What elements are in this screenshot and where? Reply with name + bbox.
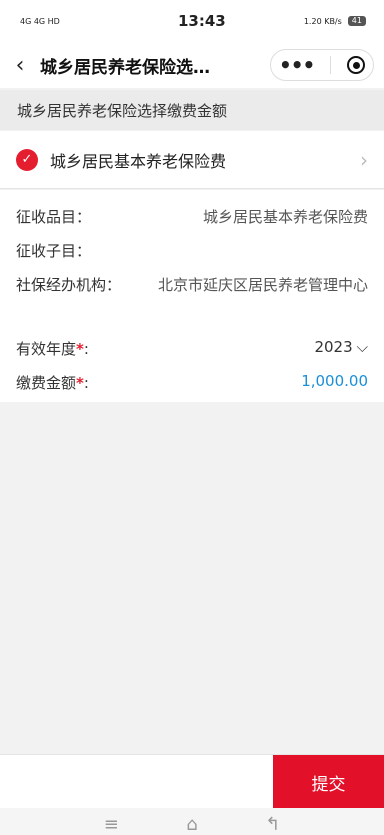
check-icon[interactable]: ✓ bbox=[16, 148, 38, 171]
collect-item-label: 征收品目： bbox=[16, 208, 92, 226]
required-asterisk: * bbox=[76, 340, 84, 358]
more-dots-icon[interactable]: ••• bbox=[279, 55, 315, 75]
collect-sub-label: 征收子目： bbox=[16, 242, 92, 260]
target-icon[interactable] bbox=[347, 56, 366, 74]
home-icon[interactable]: ⌂ bbox=[186, 814, 197, 835]
amount-row: 缴费金额*: 1,000.00 bbox=[16, 366, 368, 400]
submit-button[interactable]: 提交 bbox=[273, 755, 384, 809]
capsule-divider bbox=[330, 56, 332, 74]
status-time: 13:43 bbox=[177, 12, 226, 30]
section-title: 城乡居民养老保险选择缴费金额 bbox=[0, 90, 384, 130]
system-nav-bar: ≡ ⌂ ↰ bbox=[0, 808, 384, 835]
back-icon[interactable]: ‹ bbox=[0, 42, 40, 88]
mini-program-capsule: ••• bbox=[270, 49, 374, 81]
amount-value[interactable]: 1,000.00 bbox=[301, 372, 368, 390]
chevron-down-icon: ⌵ bbox=[356, 338, 368, 356]
collect-item-value: 城乡居民基本养老保险费 bbox=[202, 208, 368, 226]
status-bar: 4G 4G HD 13:43 1.20 KB/s 41 bbox=[0, 0, 384, 42]
required-asterisk: * bbox=[76, 374, 84, 392]
menu-icon[interactable]: ≡ bbox=[104, 814, 119, 835]
signal-indicators: 4G 4G HD bbox=[20, 16, 60, 26]
back-nav-icon[interactable]: ↰ bbox=[265, 814, 280, 835]
year-value: 2023 bbox=[314, 338, 353, 356]
net-speed: 1.20 KB/s bbox=[303, 16, 342, 26]
status-right: 1.20 KB/s 41 bbox=[304, 16, 366, 26]
collect-sub-row: 征收子目： bbox=[16, 234, 368, 268]
year-select[interactable]: 2023 ⌵ bbox=[314, 338, 368, 356]
year-row: 有效年度*: 2023 ⌵ bbox=[16, 332, 368, 366]
collect-item-row: 征收品目： 城乡居民基本养老保险费 bbox=[16, 200, 368, 234]
page-title: 城乡居民养老保险选… bbox=[40, 57, 210, 78]
agency-label: 社保经办机构： bbox=[16, 276, 122, 294]
agency-row: 社保经办机构： 北京市延庆区居民养老管理中心 bbox=[16, 268, 368, 332]
insurance-item-row[interactable]: ✓ 城乡居民基本养老保险费 › bbox=[0, 131, 384, 189]
chevron-right-icon[interactable]: › bbox=[360, 148, 368, 172]
year-label: 有效年度*: bbox=[16, 340, 89, 358]
nav-bar: ‹ 城乡居民养老保险选… ••• bbox=[0, 42, 384, 88]
insurance-item-label: 城乡居民基本养老保险费 bbox=[50, 151, 227, 171]
amount-label: 缴费金额*: bbox=[16, 374, 89, 392]
bottom-bar: 提交 bbox=[0, 754, 384, 809]
details-panel: 征收品目： 城乡居民基本养老保险费 征收子目： 社保经办机构： 北京市延庆区居民… bbox=[0, 190, 384, 402]
agency-value: 北京市延庆区居民养老管理中心 bbox=[157, 276, 368, 294]
battery-icon: 41 bbox=[347, 16, 366, 26]
